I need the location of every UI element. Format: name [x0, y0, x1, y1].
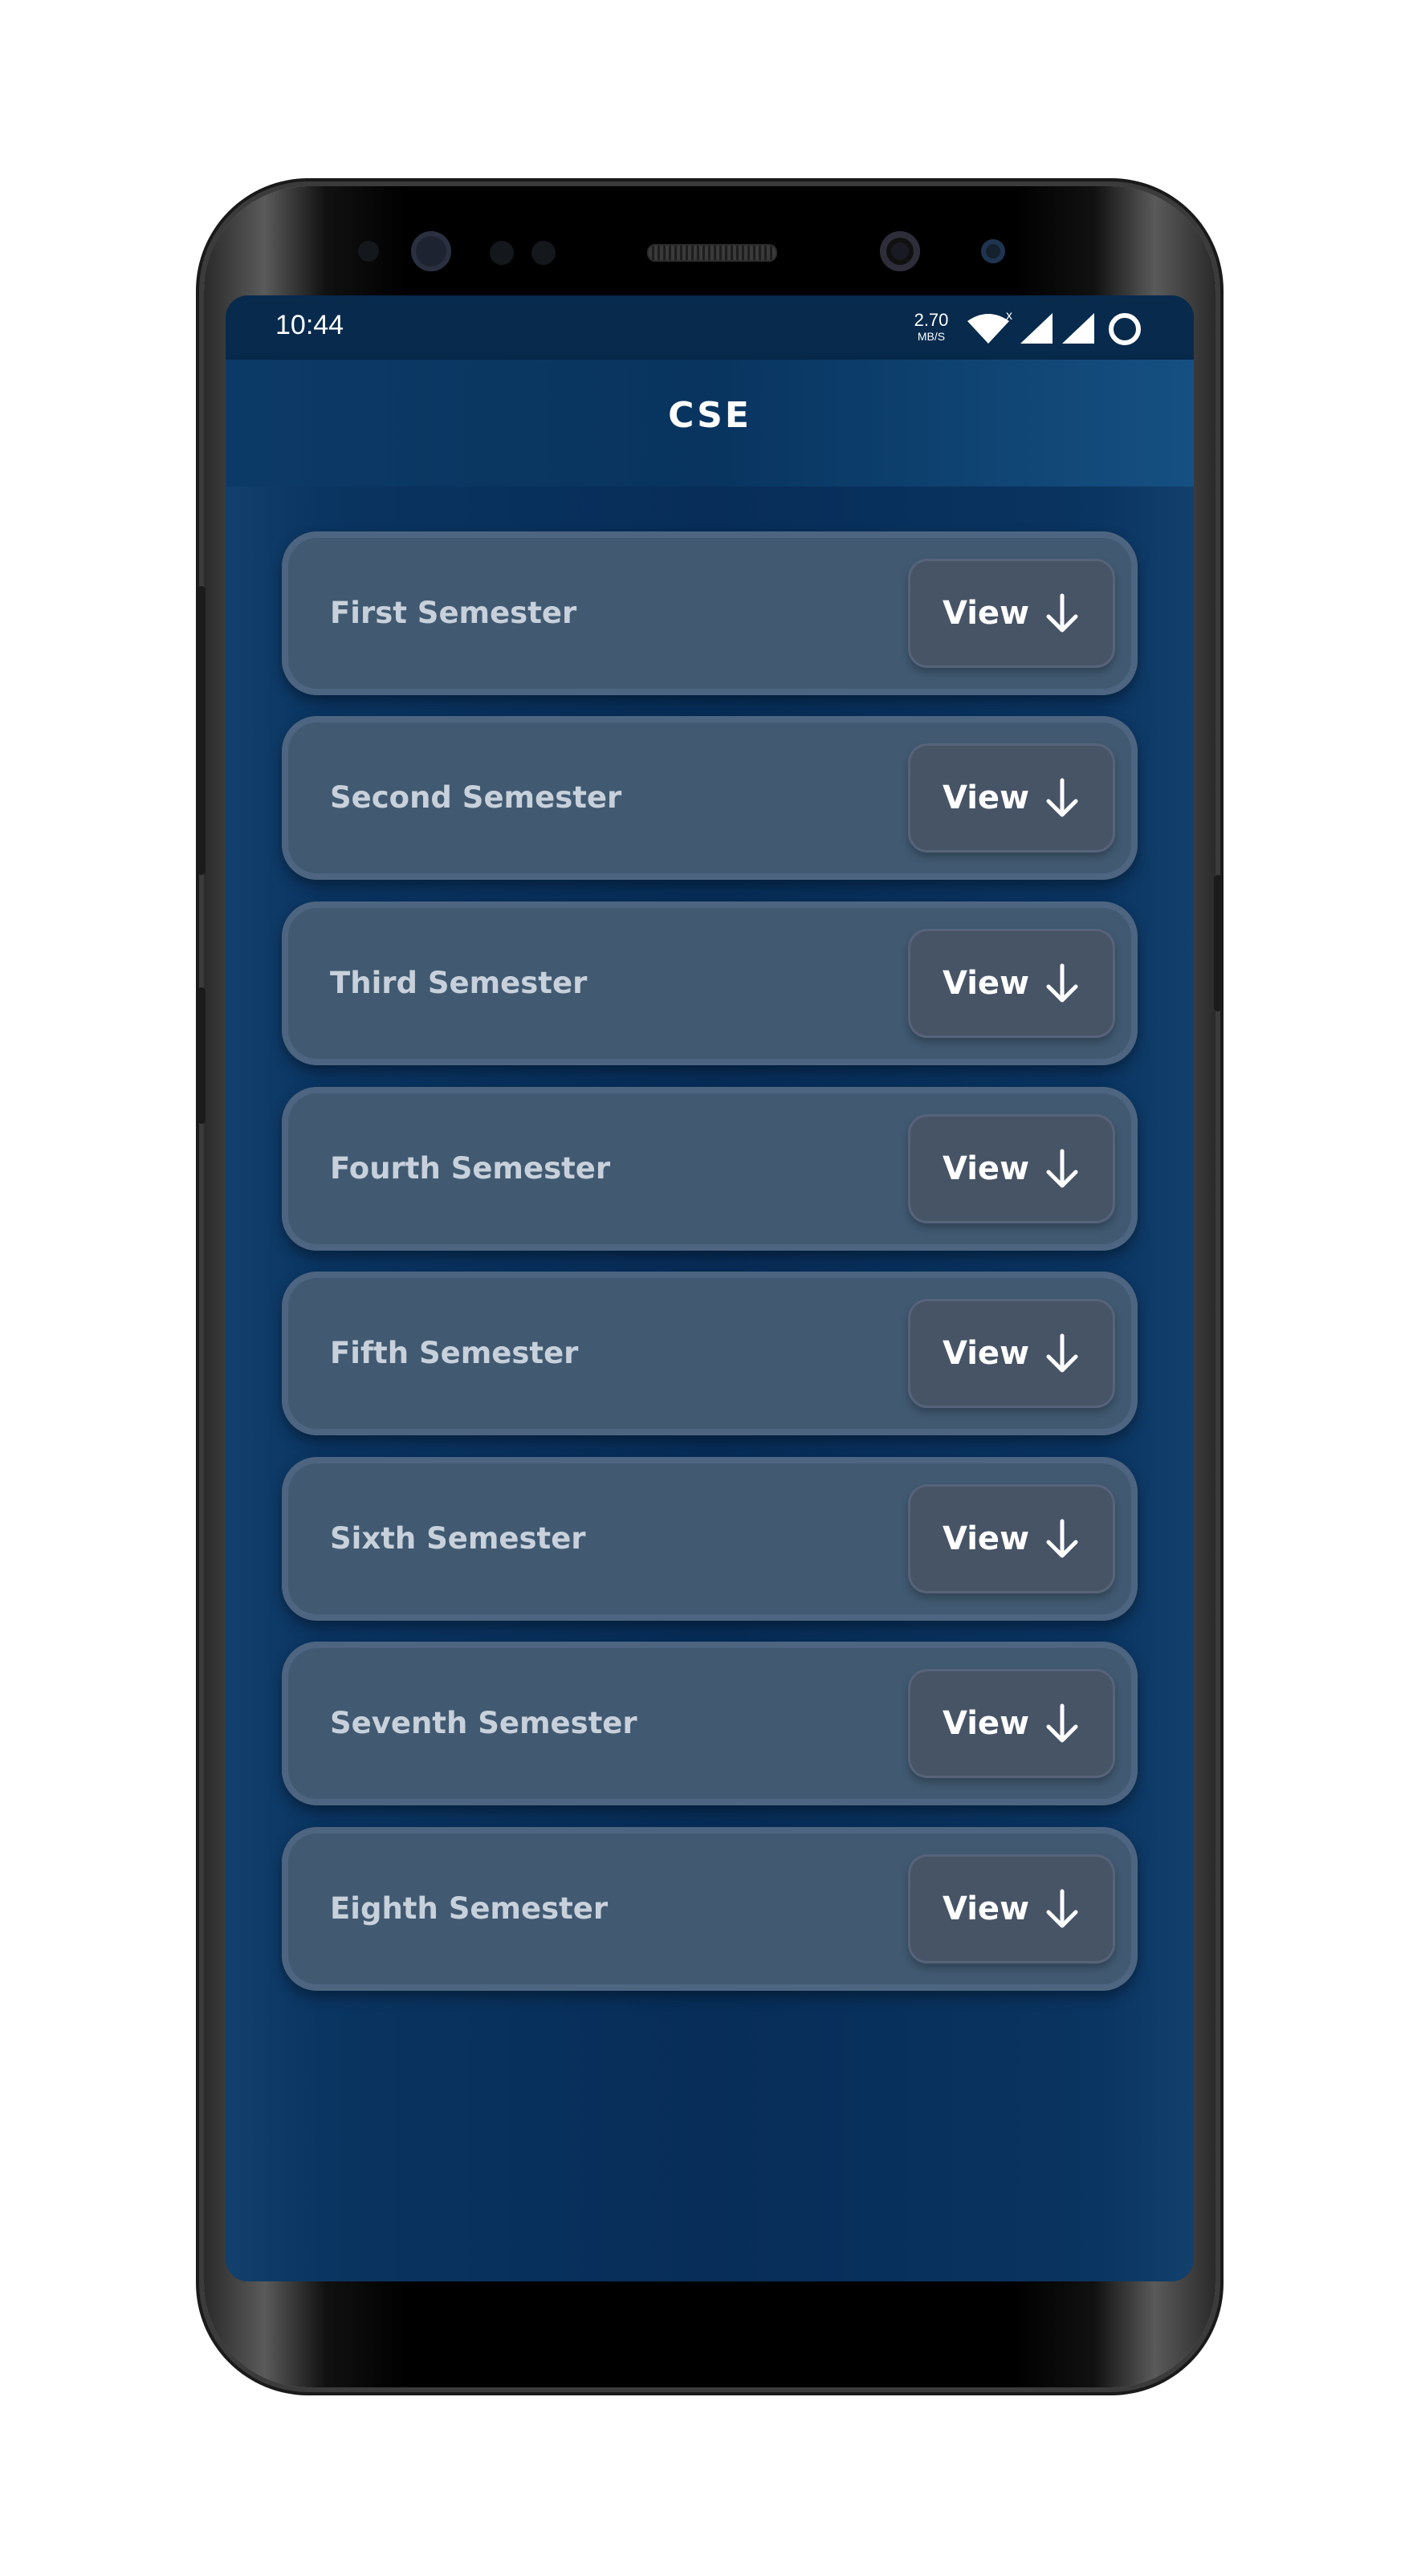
front-sensor-icon	[981, 239, 1005, 263]
signal-icon	[1062, 313, 1094, 344]
semester-label: First Semester	[330, 596, 577, 630]
arrow-down-icon	[1044, 1148, 1081, 1190]
arrow-down-icon	[1044, 962, 1081, 1004]
semester-label: Seventh Semester	[330, 1706, 637, 1740]
status-time: 10:44	[275, 310, 344, 340]
svg-text:x: x	[1006, 309, 1012, 323]
status-bar: 10:44 2.70 MB/S x	[226, 295, 1194, 360]
list-item-semester: Sixth Semester View	[282, 1457, 1138, 1621]
semester-label: Fifth Semester	[330, 1336, 579, 1370]
view-button[interactable]: View	[908, 1484, 1115, 1593]
view-button-label: View	[942, 595, 1030, 632]
view-button[interactable]: View	[908, 1299, 1115, 1408]
view-button[interactable]: View	[908, 1114, 1115, 1223]
earpiece-speaker	[647, 244, 777, 262]
arrow-down-icon	[1044, 592, 1081, 634]
list-item-semester: Eighth Semester View	[282, 1827, 1138, 1991]
arrow-down-icon	[1044, 1333, 1081, 1374]
semester-label: Fourth Semester	[330, 1151, 611, 1186]
view-button-label: View	[942, 1150, 1030, 1187]
view-button-label: View	[942, 1335, 1030, 1372]
volume-button	[197, 586, 206, 875]
network-speed-unit: MB/S	[917, 330, 946, 343]
list-item-semester: First Semester View	[282, 531, 1138, 695]
view-button[interactable]: View	[908, 559, 1115, 668]
list-item-semester: Fourth Semester View	[282, 1087, 1138, 1251]
semester-label: Eighth Semester	[330, 1891, 609, 1926]
iris-scanner-icon	[411, 231, 451, 271]
list-item-semester: Seventh Semester View	[282, 1642, 1138, 1805]
arrow-down-icon	[1044, 777, 1081, 819]
semester-list: First Semester View Second Semester View…	[226, 486, 1194, 2281]
front-camera-icon	[880, 231, 920, 271]
list-item-semester: Fifth Semester View	[282, 1272, 1138, 1435]
view-button-label: View	[942, 1520, 1030, 1557]
bixby-button	[197, 987, 206, 1124]
network-speed-value: 2.70	[914, 310, 949, 330]
sensor-icon	[531, 241, 556, 265]
semester-label: Third Semester	[330, 966, 588, 1000]
semester-label: Second Semester	[330, 780, 622, 815]
view-button[interactable]: View	[908, 1854, 1115, 1964]
view-button-label: View	[942, 965, 1030, 1002]
app-bar: CSE	[226, 360, 1194, 486]
arrow-down-icon	[1044, 1518, 1081, 1560]
wifi-icon: x	[967, 309, 1012, 344]
battery-ring-icon	[1109, 313, 1141, 345]
view-button[interactable]: View	[908, 929, 1115, 1038]
view-button[interactable]: View	[908, 743, 1115, 853]
sensor-icon	[358, 241, 379, 262]
signal-icon	[1020, 313, 1053, 344]
view-button-label: View	[942, 779, 1030, 816]
arrow-down-icon	[1044, 1703, 1081, 1744]
view-button-label: View	[942, 1890, 1030, 1927]
view-button-label: View	[942, 1705, 1030, 1742]
view-button[interactable]: View	[908, 1669, 1115, 1778]
network-speed: 2.70 MB/S	[910, 310, 953, 343]
status-icons: x	[963, 308, 1179, 348]
arrow-down-icon	[1044, 1888, 1081, 1930]
page-title: CSE	[668, 395, 751, 436]
sensor-icon	[490, 241, 514, 265]
power-button	[1214, 875, 1222, 1011]
app-screen: 10:44 2.70 MB/S x CSE First Semester Vie…	[226, 295, 1194, 2281]
list-item-semester: Third Semester View	[282, 901, 1138, 1065]
semester-label: Sixth Semester	[330, 1521, 586, 1556]
list-item-semester: Second Semester View	[282, 716, 1138, 880]
